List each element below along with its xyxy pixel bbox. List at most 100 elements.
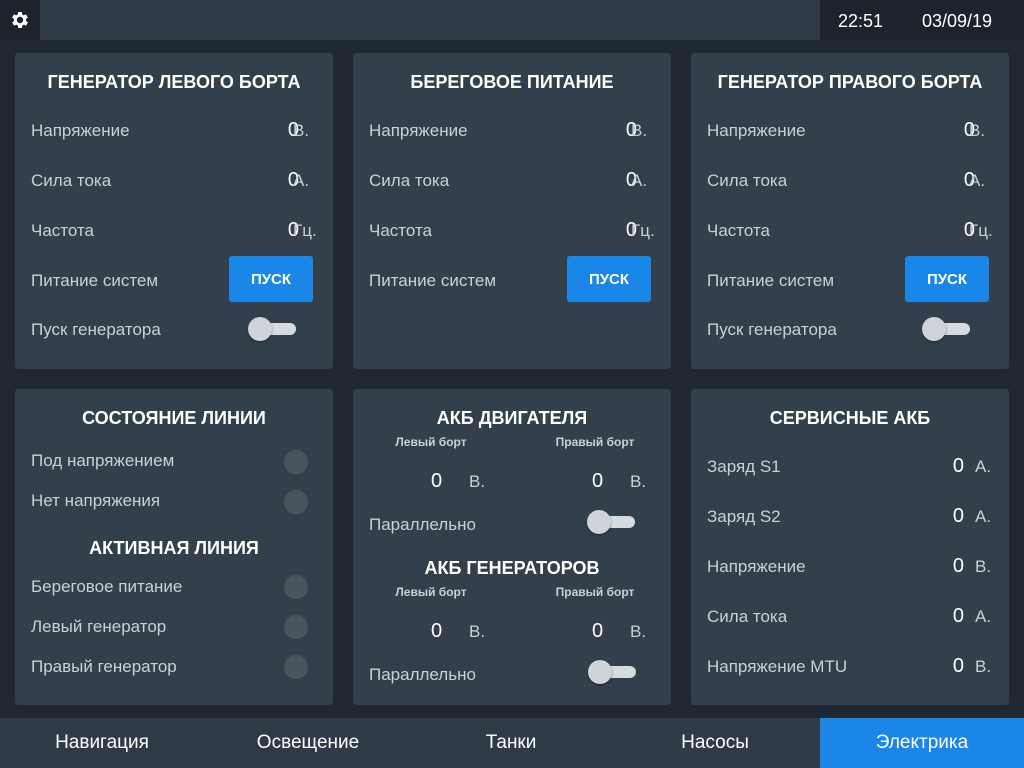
power-label: Питание систем — [31, 271, 159, 290]
energized-row: Под напряжением — [31, 449, 317, 473]
gen-akb-title: АКБ ГЕНЕРАТОРОВ — [424, 558, 600, 578]
voltage-row: Напряжение 0 В. — [707, 119, 993, 143]
energized-label: Под напряжением — [31, 451, 175, 470]
frequency-label: Частота — [31, 221, 95, 240]
panel-title: ГЕНЕРАТОР ПРАВОГО БОРТА — [717, 72, 983, 92]
service-row-unit: В. — [975, 657, 992, 676]
power-start-button[interactable]: ПУСК — [567, 256, 651, 302]
shore-power-panel: БЕРЕГОВОЕ ПИТАНИЕ Напряжение 0 В. Сила т… — [353, 53, 671, 369]
nav-lighting[interactable]: Освещение — [204, 718, 412, 768]
voltage-unit: В. — [631, 121, 648, 140]
settings-button[interactable] — [0, 0, 40, 40]
engine-parallel-toggle[interactable] — [587, 510, 637, 534]
shore-row: Береговое питание — [31, 575, 317, 599]
gear-icon — [12, 12, 28, 28]
frequency-unit: Гц. — [631, 221, 655, 240]
gen-akb-right-unit: В. — [630, 622, 647, 641]
left-gen-row: Левый генератор — [31, 615, 317, 639]
panel-title: БЕРЕГОВОЕ ПИТАНИЕ — [410, 72, 614, 92]
no-voltage-row: Нет напряжения — [31, 489, 317, 513]
service-row-value: 0 — [952, 655, 964, 677]
engine-akb-title: АКБ ДВИГАТЕЛЯ — [436, 408, 588, 428]
voltage-label: Напряжение — [707, 121, 806, 140]
engine-akb-left-unit: В. — [469, 472, 486, 491]
generator-start-label: Пуск генератора — [707, 320, 837, 339]
frequency-row: Частота 0 Гц. — [31, 219, 317, 243]
panel-title: СОСТОЯНИЕ ЛИНИИ — [82, 408, 266, 428]
frequency-label: Частота — [369, 221, 433, 240]
current-label: Сила тока — [31, 171, 112, 190]
left-gen-label: Левый генератор — [31, 617, 167, 636]
right-gen-indicator — [284, 655, 308, 679]
service-row-label: Заряд S2 — [707, 507, 781, 526]
engine-akb-right-label: Правый борт — [555, 435, 635, 449]
shore-indicator — [284, 575, 308, 599]
right-gen-row: Правый генератор — [31, 655, 317, 679]
frequency-row: Частота 0 Гц. — [369, 219, 655, 243]
engine-akb-right-value: 0 — [592, 470, 604, 492]
voltage-unit: В. — [969, 121, 986, 140]
gen-parallel-label: Параллельно — [369, 665, 476, 684]
top-bar: 22:51 03/09/19 — [0, 0, 1024, 40]
voltage-unit: В. — [293, 121, 310, 140]
toggle-knob — [922, 317, 946, 341]
service-row-label: Напряжение MTU — [707, 657, 848, 676]
current-unit: А. — [969, 171, 986, 190]
service-row-value: 0 — [952, 455, 964, 477]
right-generator-panel: ГЕНЕРАТОР ПРАВОГО БОРТА Напряжение 0 В. … — [691, 53, 1009, 369]
service-row: Сила тока 0 А. — [707, 605, 993, 629]
frequency-label: Частота — [707, 221, 771, 240]
gen-akb-right-value: 0 — [592, 620, 604, 642]
frequency-row: Частота 0 Гц. — [707, 219, 993, 243]
line-state-panel: СОСТОЯНИЕ ЛИНИИ Под напряжением Нет напр… — [15, 389, 333, 705]
power-start-button[interactable]: ПУСК — [229, 256, 313, 302]
service-row-unit: А. — [975, 507, 992, 526]
time-display: 22:51 — [838, 11, 884, 31]
service-row-unit: А. — [975, 457, 992, 476]
service-row: Заряд S2 0 А. — [707, 505, 993, 529]
service-row-unit: А. — [975, 607, 992, 626]
gen-akb-left-label: Левый борт — [395, 585, 467, 599]
service-row: Напряжение 0 В. — [707, 555, 993, 579]
current-label: Сила тока — [369, 171, 450, 190]
gen-akb-left-value: 0 — [431, 620, 443, 642]
shore-label: Береговое питание — [31, 577, 183, 596]
generator-start-toggle[interactable] — [922, 317, 972, 341]
clock: 22:51 03/09/19 — [820, 0, 1024, 40]
engine-parallel-label: Параллельно — [369, 515, 476, 534]
panel-title: ГЕНЕРАТОР ЛЕВОГО БОРТА — [47, 72, 301, 92]
current-row: Сила тока 0 А. — [707, 169, 993, 193]
current-unit: А. — [631, 171, 648, 190]
current-row: Сила тока 0 А. — [31, 169, 317, 193]
service-row-unit: В. — [975, 557, 992, 576]
power-start-button[interactable]: ПУСК — [905, 256, 989, 302]
nav-navigation[interactable]: Навигация — [0, 718, 204, 768]
nav-electrics[interactable]: Электрика — [820, 718, 1024, 768]
toggle-knob — [588, 660, 612, 684]
service-row-value: 0 — [952, 605, 964, 627]
generator-start-toggle[interactable] — [248, 317, 298, 341]
nav-tanks[interactable]: Танки — [412, 718, 610, 768]
toggle-knob — [248, 317, 272, 341]
current-label: Сила тока — [707, 171, 788, 190]
service-row: Заряд S1 0 А. — [707, 455, 993, 479]
voltage-label: Напряжение — [369, 121, 468, 140]
frequency-unit: Гц. — [969, 221, 993, 240]
generator-start-label: Пуск генератора — [31, 320, 161, 339]
date-display: 03/09/19 — [922, 11, 993, 31]
bottom-nav: Навигация Освещение Танки Насосы Электри… — [0, 718, 1024, 768]
engine-akb-right-unit: В. — [630, 472, 647, 491]
power-label: Питание систем — [369, 271, 497, 290]
voltage-row: Напряжение 0 В. — [369, 119, 655, 143]
engine-akb-left-value: 0 — [431, 470, 443, 492]
active-line-title: АКТИВНАЯ ЛИНИЯ — [89, 538, 259, 558]
gen-akb-left-unit: В. — [469, 622, 486, 641]
nav-pumps[interactable]: Насосы — [610, 718, 820, 768]
service-row-label: Напряжение — [707, 557, 806, 576]
no-voltage-label: Нет напряжения — [31, 491, 161, 510]
service-row-value: 0 — [952, 505, 964, 527]
voltage-row: Напряжение 0 В. — [31, 119, 317, 143]
no-voltage-indicator — [284, 490, 308, 514]
power-label: Питание систем — [707, 271, 835, 290]
gen-parallel-toggle[interactable] — [588, 660, 638, 684]
